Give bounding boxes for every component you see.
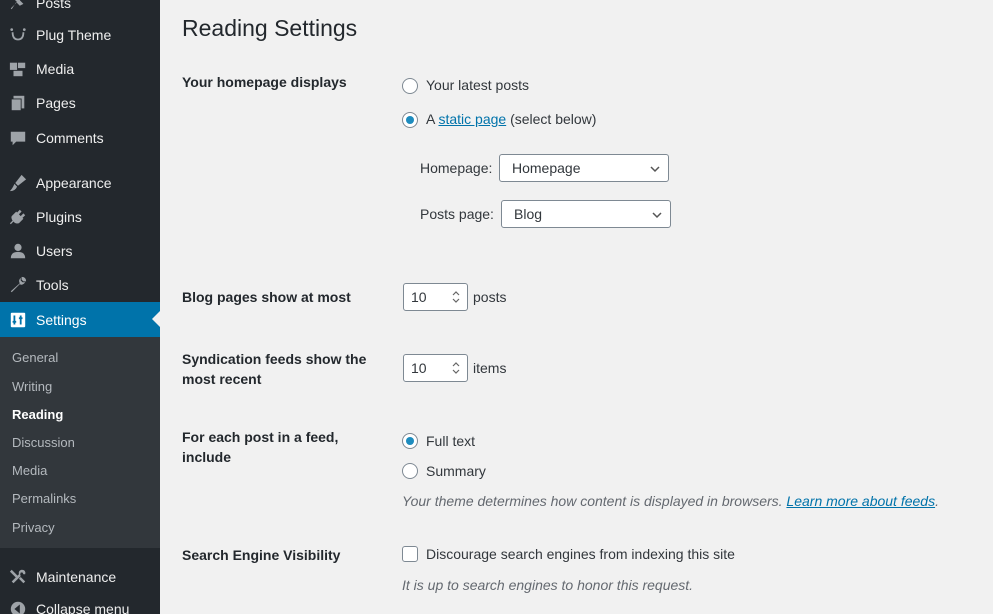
blog-pages-label: Blog pages show at most (182, 289, 351, 305)
menu-collapse[interactable]: Collapse menu (0, 592, 160, 614)
page-title: Reading Settings (182, 15, 358, 41)
current-arrow (152, 311, 160, 327)
blog-pages-input[interactable]: 10 (403, 283, 468, 311)
collapse-icon (8, 599, 28, 614)
posts-page-select-value: Blog (514, 206, 543, 222)
wrench-icon (8, 275, 28, 295)
submenu-writing[interactable]: Writing (12, 379, 52, 394)
menu-plug-theme[interactable]: Plug Theme (0, 18, 160, 52)
settings-submenu: General Writing Reading Discussion Media… (0, 337, 160, 548)
settings-icon (8, 310, 28, 330)
summary-label: Summary (426, 463, 486, 479)
menu-settings[interactable]: Settings (0, 302, 160, 337)
static-page-label: A static page (select below) (426, 111, 596, 127)
menu-plugins[interactable]: Plugins (0, 200, 160, 234)
radio-latest-posts[interactable] (402, 78, 418, 94)
static-page-link[interactable]: static page (438, 111, 506, 127)
spinner-icon[interactable] (452, 361, 460, 375)
submenu-general[interactable]: General (12, 350, 58, 365)
latest-posts-label: Your latest posts (426, 77, 529, 93)
syndication-label: Syndication feeds show the most recent (182, 351, 367, 387)
syndication-unit: items (473, 360, 507, 376)
radio-full-text[interactable] (402, 433, 418, 449)
menu-tools[interactable]: Tools (0, 268, 160, 302)
smile-icon (8, 25, 28, 45)
homepage-select-value: Homepage (512, 160, 581, 176)
search-visibility-description: It is up to search engines to honor this… (402, 577, 694, 593)
homepage-select-label: Homepage: (420, 160, 493, 176)
menu-maintenance[interactable]: Maintenance (0, 560, 160, 594)
menu-comments[interactable]: Comments (0, 121, 160, 155)
blog-pages-unit: posts (473, 289, 507, 305)
admin-sidebar: Posts Plug Theme Media Pages Comments Ap… (0, 0, 160, 614)
static-prefix: A (426, 111, 435, 127)
posts-page-select[interactable]: Blog (501, 200, 671, 228)
learn-more-feeds-link[interactable]: Learn more about feeds (786, 493, 935, 509)
brush-icon (8, 173, 28, 193)
main-content: Reading Settings Your homepage displays … (160, 0, 993, 614)
menu-users[interactable]: Users (0, 234, 160, 268)
submenu-permalinks[interactable]: Permalinks (12, 491, 76, 506)
homepage-displays-label: Your homepage displays (182, 74, 347, 90)
feed-desc-text: Your theme determines how content is dis… (402, 493, 783, 509)
plug-icon (8, 207, 28, 227)
menu-posts[interactable]: Posts (0, 0, 160, 20)
media-icon (8, 59, 28, 79)
static-suffix: (select below) (510, 111, 597, 127)
menu-appearance[interactable]: Appearance (0, 166, 160, 200)
feed-desc-suffix: . (935, 493, 939, 509)
radio-static-page[interactable] (402, 112, 418, 128)
radio-summary[interactable] (402, 463, 418, 479)
syndication-value: 10 (411, 360, 427, 376)
feed-description: Your theme determines how content is dis… (402, 493, 939, 509)
syndication-input[interactable]: 10 (403, 354, 468, 382)
submenu-privacy[interactable]: Privacy (12, 520, 55, 535)
blog-pages-value: 10 (411, 289, 427, 305)
submenu-media[interactable]: Media (12, 463, 47, 478)
search-visibility-label: Search Engine Visibility (182, 547, 341, 563)
spinner-icon[interactable] (452, 290, 460, 304)
submenu-reading[interactable]: Reading (12, 407, 63, 422)
pin-icon (8, 0, 28, 13)
discourage-search-label: Discourage search engines from indexing … (426, 546, 735, 562)
discourage-search-checkbox[interactable] (402, 546, 418, 562)
pages-icon (8, 93, 28, 113)
menu-media[interactable]: Media (0, 52, 160, 86)
user-icon (8, 241, 28, 261)
comments-icon (8, 128, 28, 148)
menu-pages[interactable]: Pages (0, 86, 160, 120)
homepage-select[interactable]: Homepage (499, 154, 669, 182)
chevron-down-icon (650, 166, 660, 173)
posts-page-select-label: Posts page: (420, 206, 494, 222)
feed-include-label: For each post in a feed, include (182, 429, 339, 465)
full-text-label: Full text (426, 433, 476, 449)
submenu-discussion[interactable]: Discussion (12, 435, 75, 450)
chevron-down-icon (652, 212, 662, 219)
tools-icon (8, 567, 28, 587)
